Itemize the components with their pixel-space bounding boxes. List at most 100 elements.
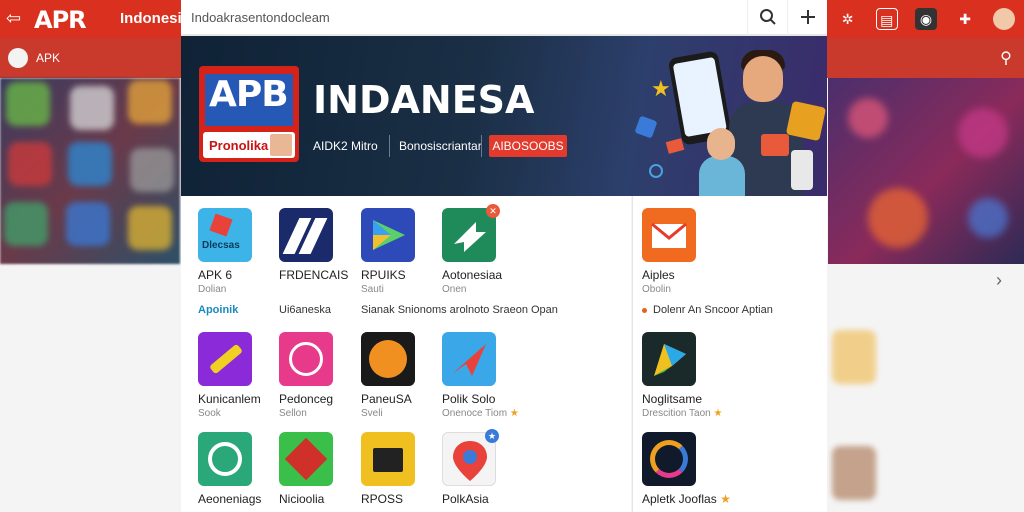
app-tile[interactable]: Aiples Obolin (642, 208, 722, 295)
app-tile[interactable]: Noglitsame Drescition Taon ★ (642, 332, 723, 419)
app-name: Aeoneniags (198, 492, 262, 506)
app-subtitle: Sauti (361, 284, 384, 295)
decor-shape (649, 164, 663, 178)
app-tile[interactable]: Pedonceg Sellon (279, 332, 359, 419)
app-tile[interactable]: Dlecsas APK 6 Dolian (198, 208, 278, 295)
row-link[interactable]: Dolenr An Sncoor Aptian (642, 304, 773, 316)
app-icon (279, 432, 333, 486)
plus-icon (800, 10, 815, 24)
row-link[interactable]: Sianak Snionoms arolnoto Sraeon Opan (361, 304, 558, 316)
app-name: APK 6 (198, 268, 233, 282)
app-icon (198, 332, 252, 386)
add-button[interactable] (787, 0, 827, 35)
app-subtitle: Onen (442, 284, 467, 295)
app-name: Aiples (642, 268, 675, 282)
app-name: RPOSS (361, 492, 404, 506)
app-name: Polik Solo (442, 392, 496, 406)
avatar[interactable] (993, 8, 1016, 30)
kid-head (707, 128, 735, 160)
star-icon: ★ (509, 408, 519, 419)
app-tile[interactable]: FRDENCAIS (279, 208, 359, 284)
back-arrow-icon[interactable]: ⇦ (6, 8, 21, 29)
hero-banner[interactable]: APB Pronolika INDANESA AIDK2 Mitro Bonos… (181, 36, 827, 196)
apk-label: APK (36, 51, 61, 65)
background-title: Indonesia (120, 10, 191, 27)
background-thumb (832, 330, 876, 384)
banner-divider (481, 135, 482, 157)
banner-cta-button[interactable]: AIBOSOOBS (489, 135, 567, 157)
book-icon[interactable]: ▤ (875, 8, 898, 30)
app-icon (198, 432, 252, 486)
decor-shape (791, 150, 813, 190)
decor-shape (785, 100, 827, 142)
app-tile[interactable]: PaneuSA Sveli (361, 332, 441, 419)
profile-thumb-icon[interactable]: ◉ (914, 8, 937, 30)
chevron-right-icon[interactable]: › (996, 270, 1002, 291)
row-link[interactable]: Ui6aneska (279, 304, 331, 316)
app-name: PaneuSA (361, 392, 412, 406)
app-name: Noglitsame (642, 392, 703, 406)
app-icon: ✕ (442, 204, 500, 262)
play-triangle-icon (373, 220, 405, 250)
badge-icon: ✕ (486, 204, 500, 218)
app-icon (642, 208, 696, 262)
banner-title: INDANESA (313, 78, 535, 122)
apk-circle-icon (8, 48, 28, 68)
app-tile[interactable]: ✕ Aotonesiaa Onen (442, 204, 522, 295)
app-name: RPUIKS (361, 268, 406, 282)
app-tile[interactable]: RPUIKS Sauti (361, 208, 441, 295)
star-icon: ★ (651, 76, 671, 101)
decor-shape (761, 134, 789, 156)
app-name: Nicioolia (279, 492, 325, 506)
app-name: Apletk Jooflas ★ (642, 492, 731, 506)
dot-icon (642, 307, 647, 313)
mail-icon (651, 222, 687, 248)
gamepad-icon[interactable]: ✚ (954, 8, 976, 30)
banner-logo-text: APB (209, 74, 289, 115)
app-tile[interactable]: RPOSS (361, 432, 441, 506)
badge-icon: ★ (485, 429, 499, 443)
app-icon (642, 432, 696, 486)
app-icon: Dlecsas (198, 208, 252, 262)
app-tile[interactable]: ★ PolkAsia (442, 429, 522, 506)
search-button[interactable] (747, 0, 787, 35)
app-icon (642, 332, 696, 386)
star-icon: ★ (713, 408, 723, 419)
banner-subtitle-2: Bonosiscriantar (399, 139, 482, 153)
decor-shape (665, 138, 685, 154)
background-topbar-icons: ✲ ▤ ◉ ✚ (828, 0, 1024, 38)
app-subtitle: Dolian (198, 284, 227, 295)
decor-shape (634, 115, 658, 139)
app-icon (361, 432, 415, 486)
search-bar (181, 0, 827, 36)
search-icon (759, 9, 776, 25)
app-subtitle: Drescition Taon ★ (642, 408, 723, 419)
leaf-icon (654, 344, 686, 376)
app-subtitle: Sook (198, 408, 221, 419)
row-link-accent[interactable]: Apoinik (198, 304, 238, 316)
app-icon: ★ (442, 429, 499, 486)
app-tile[interactable]: Kunicanlem Sook (198, 332, 278, 419)
app-name: Kunicanlem (198, 392, 261, 406)
background-thumb (832, 446, 876, 500)
background-mosaic-right (828, 78, 1024, 264)
settings-icon[interactable]: ✲ (837, 8, 859, 30)
app-icon (361, 332, 415, 386)
background-mosaic-left (0, 78, 180, 264)
app-name: Aotonesiaa (442, 268, 503, 282)
app-name: FRDENCAIS (279, 268, 349, 282)
app-subtitle: Sellon (279, 408, 307, 419)
banner-logo: APB Pronolika (199, 66, 299, 162)
app-tile[interactable]: Nicioolia (279, 432, 359, 506)
app-tile[interactable]: Polik Solo Onenoce Tiom ★ (442, 332, 522, 419)
person-head (743, 56, 783, 102)
app-icon (361, 208, 415, 262)
search-input[interactable] (191, 2, 747, 32)
star-icon: ★ (720, 492, 731, 506)
app-tile[interactable]: Apletk Jooflas ★ (642, 432, 731, 506)
app-tile[interactable]: Aeoneniags (198, 432, 278, 506)
banner-subtitle-1: AIDK2 Mitro (313, 139, 378, 153)
banner-logo-subtext: Pronolika (209, 138, 269, 153)
kid-illustration (699, 156, 745, 196)
user-icon[interactable]: ⚲ (996, 48, 1016, 68)
